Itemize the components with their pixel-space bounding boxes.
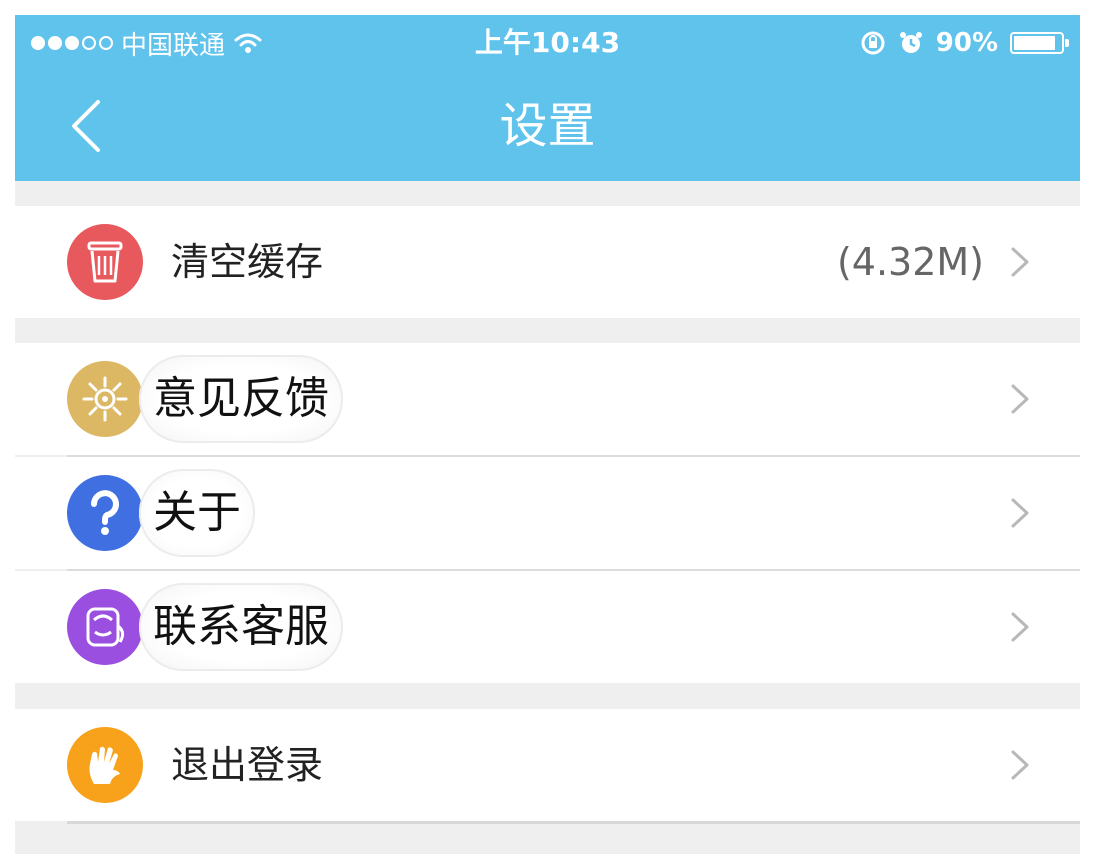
question-icon — [67, 475, 143, 551]
chevron-right-icon — [1011, 612, 1029, 642]
feedback-icon — [67, 361, 143, 437]
battery-percent: 90% — [935, 28, 998, 58]
page-title: 设置 — [499, 98, 596, 154]
about-label: 关于 — [139, 469, 255, 557]
chevron-right-icon — [1011, 498, 1029, 528]
nav-bar: 设置 — [15, 71, 1080, 181]
rotation-lock-icon — [861, 31, 885, 55]
feedback-label: 意见反馈 — [139, 355, 343, 443]
clear-cache-row[interactable]: 清空缓存 (4.32M) — [15, 206, 1080, 318]
support-label: 联系客服 — [139, 583, 343, 671]
status-right: 90% — [860, 25, 1069, 61]
cache-size: (4.32M) — [836, 240, 984, 284]
status-bar: 中国联通 上午10:43 90% — [15, 15, 1080, 71]
chevron-right-icon — [1011, 247, 1029, 277]
chevron-right-icon — [1011, 750, 1029, 780]
app-screen: 中国联通 上午10:43 90% 设置 清空缓存 (4.32M) 意见反馈 关于… — [15, 15, 1080, 854]
about-row[interactable]: 关于 — [15, 457, 1080, 569]
logout-label: 退出登录 — [171, 743, 324, 787]
battery-level — [1014, 36, 1056, 50]
wave-hand-icon — [67, 727, 143, 803]
logout-row[interactable]: 退出登录 — [15, 709, 1080, 821]
clear-cache-label: 清空缓存 — [171, 240, 324, 284]
support-row[interactable]: 联系客服 — [15, 571, 1080, 683]
header: 中国联通 上午10:43 90% 设置 — [15, 15, 1080, 181]
chevron-right-icon — [1011, 384, 1029, 414]
divider — [67, 821, 1080, 824]
customer-service-icon — [67, 589, 143, 665]
alarm-icon — [899, 32, 922, 53]
battery-icon — [1010, 32, 1069, 54]
feedback-row[interactable]: 意见反馈 — [15, 343, 1080, 455]
trash-icon — [67, 224, 143, 300]
